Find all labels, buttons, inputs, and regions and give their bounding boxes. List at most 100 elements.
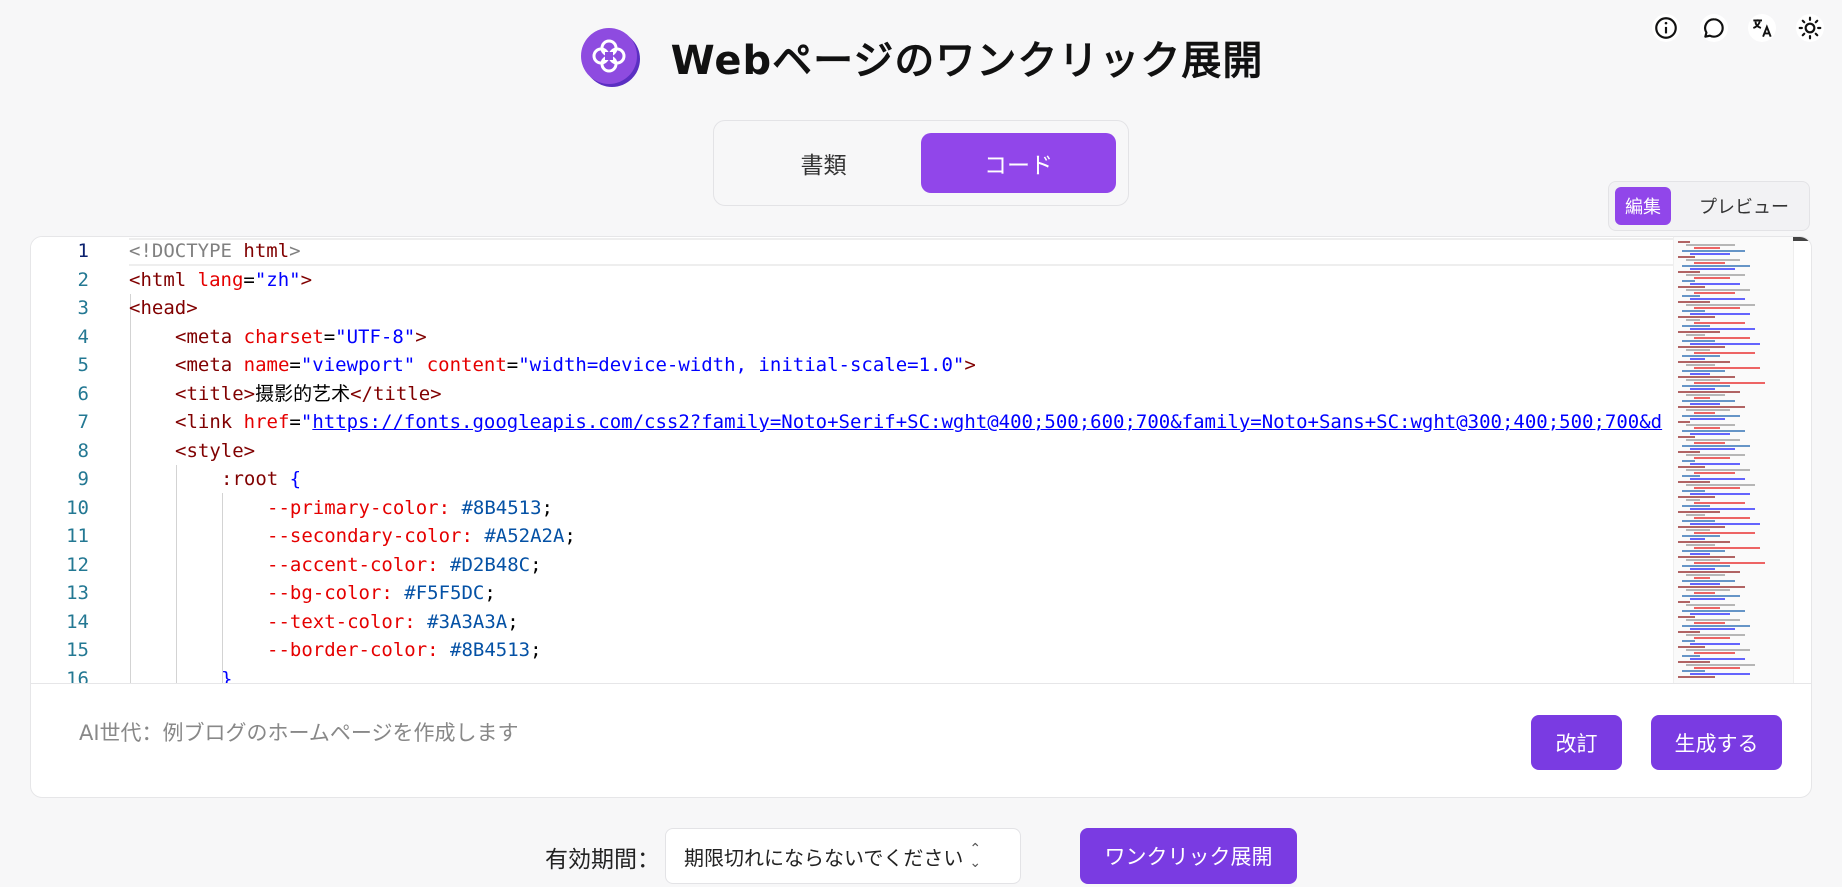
minimap-line — [1686, 559, 1720, 561]
minimap-line — [1690, 298, 1745, 300]
view-toggle: 編集 プレビュー — [1608, 181, 1810, 231]
minimap-line — [1694, 607, 1720, 609]
minimap-line — [1686, 259, 1740, 261]
edit-tab[interactable]: 編集 — [1615, 187, 1671, 225]
minimap-line — [1686, 544, 1715, 546]
minimap-line — [1690, 253, 1730, 255]
minimap-line — [1686, 499, 1700, 501]
line-number: 6 — [77, 382, 89, 405]
minimap-line — [1686, 574, 1725, 576]
minimap-line — [1678, 556, 1735, 558]
code-line: } — [221, 667, 233, 684]
minimap-line — [1678, 676, 1715, 678]
minimap-line — [1678, 481, 1710, 483]
minimap-line — [1690, 568, 1715, 570]
line-number-gutter: 1 2 3 4 5 6 7 8 9 10 11 12 13 14 15 16 — [31, 237, 131, 683]
line-number: 15 — [66, 639, 89, 661]
minimap-line — [1682, 325, 1710, 327]
generate-button[interactable]: 生成する — [1651, 715, 1782, 770]
chevron-updown-icon: ⌃ ⌄ — [969, 841, 982, 871]
tab-document[interactable]: 書類 — [726, 133, 921, 193]
minimap-line — [1678, 331, 1720, 333]
clover-logo-icon — [579, 26, 641, 88]
minimap-line — [1686, 649, 1750, 651]
minimap-line — [1678, 391, 1740, 393]
indent-guide — [222, 493, 223, 683]
minimap-line — [1694, 322, 1745, 324]
minimap-line — [1694, 277, 1730, 279]
minimap-line — [1694, 262, 1725, 264]
minimap-line — [1690, 613, 1730, 615]
minimap-line — [1678, 241, 1690, 243]
minimap-line — [1694, 457, 1730, 459]
minimap-line — [1686, 424, 1735, 426]
minimap-line — [1694, 562, 1765, 564]
minimap-line — [1686, 334, 1705, 336]
deploy-button[interactable]: ワンクリック展開 — [1080, 828, 1297, 884]
line-number: 2 — [77, 268, 89, 291]
minimap-line — [1678, 601, 1690, 603]
prompt-input[interactable]: AI世代：例ブログのホームページを作成します — [79, 717, 519, 747]
font-url-link[interactable]: https://fonts.googleapis.com/css2?family… — [312, 411, 1662, 433]
minimap-line — [1694, 592, 1715, 594]
minimap-line — [1690, 358, 1705, 360]
line-number: 4 — [77, 325, 89, 348]
code-area[interactable]: <!DOCTYPE html> <html lang="zh"> <head> … — [129, 237, 1699, 683]
minimap-line — [1678, 376, 1735, 378]
minimap-line — [1686, 589, 1730, 591]
minimap-line — [1690, 448, 1735, 450]
minimap-line — [1682, 400, 1735, 402]
line-number: 7 — [77, 411, 89, 433]
minimap-line — [1686, 439, 1740, 441]
minimap-line — [1686, 304, 1755, 306]
minimap-line — [1690, 343, 1760, 345]
minimap-line — [1678, 271, 1700, 273]
line-number: 5 — [77, 354, 89, 376]
minimap-line — [1686, 289, 1750, 291]
code-line: --primary-color: #8B4513; — [267, 496, 553, 519]
minimap-line — [1682, 385, 1730, 387]
code-editor[interactable]: 1 2 3 4 5 6 7 8 9 10 11 12 13 14 15 16 <… — [31, 237, 1811, 684]
minimap-line — [1694, 487, 1740, 489]
minimap-line — [1690, 493, 1750, 495]
minimap-line — [1686, 244, 1735, 246]
code-line: --bg-color: #F5F5DC; — [267, 582, 496, 604]
minimap-line — [1694, 622, 1725, 624]
minimap-line — [1682, 610, 1745, 612]
minimap[interactable] — [1673, 237, 1793, 683]
minimap-line — [1678, 586, 1745, 588]
minimap-line — [1678, 451, 1700, 453]
code-line: <meta name="viewport" content="width=dev… — [175, 354, 976, 376]
minimap-line — [1686, 274, 1745, 276]
minimap-line — [1694, 532, 1755, 534]
minimap-line — [1678, 646, 1705, 648]
line-number: 16 — [66, 667, 89, 684]
minimap-line — [1690, 538, 1705, 540]
minimap-line — [1690, 553, 1710, 555]
minimap-line — [1678, 256, 1695, 258]
minimap-line — [1690, 268, 1735, 270]
line-number: 10 — [66, 496, 89, 519]
minimap-line — [1678, 511, 1720, 513]
minimap-line — [1682, 445, 1750, 447]
minimap-line — [1690, 658, 1745, 660]
scrollbar-thumb[interactable] — [1793, 237, 1811, 241]
minimap-line — [1682, 475, 1700, 477]
tab-code[interactable]: コード — [921, 133, 1116, 193]
minimap-line — [1694, 352, 1755, 354]
expiry-select[interactable]: 期限切れにならないでください ⌃ ⌄ — [665, 828, 1021, 884]
minimap-line — [1690, 283, 1740, 285]
minimap-line — [1690, 433, 1730, 435]
page-header: Webページのワンクリック展開 — [0, 26, 1842, 88]
minimap-line — [1678, 631, 1700, 633]
minimap-line — [1690, 328, 1755, 330]
revise-button[interactable]: 改訂 — [1531, 715, 1622, 770]
indent-guide — [176, 465, 177, 683]
minimap-line — [1682, 655, 1700, 657]
line-number: 3 — [77, 297, 89, 319]
minimap-line — [1678, 346, 1725, 348]
minimap-line — [1682, 460, 1695, 462]
vertical-scrollbar[interactable] — [1793, 237, 1811, 683]
preview-tab[interactable]: プレビュー — [1689, 187, 1799, 225]
minimap-line — [1678, 286, 1705, 288]
